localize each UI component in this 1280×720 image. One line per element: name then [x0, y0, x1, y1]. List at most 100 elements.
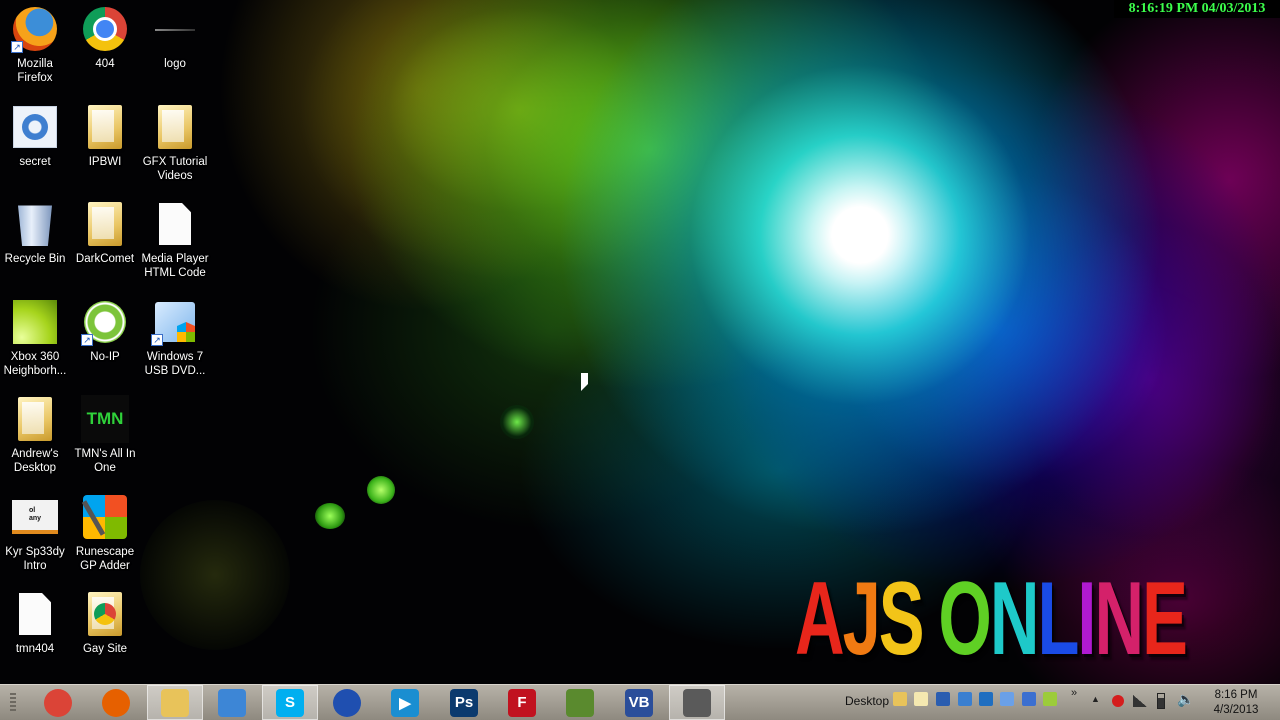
- minecraft-icon: [566, 688, 594, 717]
- chrome-icon: [44, 688, 72, 717]
- lens-flare-dot: [500, 405, 534, 439]
- tray-network-icon[interactable]: [958, 692, 972, 706]
- brand-letter: I: [1077, 561, 1096, 677]
- desktop-icon[interactable]: Andrew's Desktop: [0, 395, 70, 475]
- file-explorer-icon: [161, 688, 189, 717]
- desktop-icon-label: GFX Tutorial Videos: [142, 156, 208, 182]
- video-thumbnail-icon: ol any: [11, 493, 59, 541]
- xbox-icon: [11, 298, 59, 346]
- brand-letter: L: [1037, 561, 1079, 677]
- tray-blocked-icon[interactable]: [1112, 695, 1124, 707]
- folder-icon: [151, 103, 199, 151]
- recycle-bin-icon: [11, 200, 59, 248]
- desktop-icon-label: Windows 7 USB DVD...: [144, 351, 206, 377]
- firefox-icon: ↗: [11, 5, 59, 53]
- skype-icon: S: [276, 688, 304, 717]
- system-clock[interactable]: 8:16 PM 4/3/2013: [1200, 688, 1272, 718]
- network-signal-icon[interactable]: [1133, 695, 1147, 707]
- taskbar-app-button[interactable]: [147, 685, 203, 720]
- document-icon: [11, 590, 59, 638]
- taskbar-app-button[interactable]: [88, 685, 144, 720]
- desktop-icon[interactable]: Runescape GP Adder: [70, 493, 140, 573]
- taskbar-app-button[interactable]: F: [494, 685, 550, 720]
- browser-globe-icon: [333, 688, 361, 717]
- folder-search-icon: [218, 688, 246, 717]
- mouse-cursor-icon: [581, 373, 588, 391]
- tmn-logo-text: TMN: [81, 395, 129, 443]
- taskbar-app-button[interactable]: Ps: [436, 685, 492, 720]
- desktop-icon-label: secret: [19, 156, 51, 168]
- desktop-icon-label: Xbox 360 Neighborh...: [3, 351, 67, 377]
- vb-editor-icon: VB: [625, 688, 653, 717]
- desktop-icon[interactable]: IPBWI: [70, 103, 140, 169]
- windows-usb-icon: ↗: [151, 298, 199, 346]
- brand-letter: N: [989, 561, 1040, 677]
- tray-remote-icon[interactable]: [979, 692, 993, 706]
- show-hidden-icons-arrow-icon[interactable]: ▲: [1091, 694, 1100, 704]
- tray-display-icon[interactable]: [1022, 692, 1036, 706]
- tray-app-icon[interactable]: [1043, 692, 1057, 706]
- taskbar-app-button[interactable]: ▶: [377, 685, 433, 720]
- desktop-icon-label: IPBWI: [88, 156, 122, 168]
- desktop-icon[interactable]: ol any Kyr Sp33dy Intro: [0, 493, 70, 573]
- tray-document-icon[interactable]: [914, 692, 928, 706]
- noip-icon: ↗: [81, 298, 129, 346]
- desktop-icon-label: DarkComet: [75, 253, 135, 265]
- desktop-icon[interactable]: Recycle Bin: [0, 200, 70, 266]
- volume-speaker-icon[interactable]: 🔈: [1177, 691, 1194, 708]
- desktop-icon[interactable]: GFX Tutorial Videos: [140, 103, 210, 183]
- taskbar-app-button[interactable]: [669, 685, 725, 720]
- photoshop-icon: Ps: [450, 688, 478, 717]
- desktop-icon[interactable]: Media Player HTML Code: [140, 200, 210, 280]
- chrome-icon: [81, 5, 129, 53]
- shortcut-arrow-icon: ↗: [81, 334, 93, 346]
- desktop-wallpaper[interactable]: ↗ Mozilla Firefox 404 logo secret IPBWI GFX Tu…: [0, 0, 1280, 684]
- desktop-icon[interactable]: ↗ Windows 7 USB DVD...: [140, 298, 210, 378]
- desktop-toolbar-label[interactable]: Desktop: [845, 694, 889, 708]
- desktop-icon[interactable]: DarkComet: [70, 200, 140, 266]
- settings-gear-icon: [11, 103, 59, 151]
- filezilla-icon: F: [508, 688, 536, 717]
- document-icon: [151, 200, 199, 248]
- taskbar: S ▶ Ps F VB Desktop » ▲ 🔈 8:16 PM 4/3/2013: [0, 684, 1280, 720]
- media-player-icon: ▶: [391, 688, 419, 717]
- folder-icon: [11, 395, 59, 443]
- brand-letter: O: [938, 561, 991, 677]
- desktop-icon-label: No-IP: [90, 351, 120, 363]
- tray-recycle-icon[interactable]: [1000, 692, 1014, 706]
- overlay-clock: 8:16:19 PM 04/03/2013: [1114, 0, 1280, 18]
- folder-icon: [81, 103, 129, 151]
- desktop-icon-label: Recycle Bin: [4, 253, 66, 265]
- desktop-icon[interactable]: TMN TMN's All In One: [70, 395, 140, 475]
- battery-icon[interactable]: [1157, 693, 1165, 709]
- taskbar-app-button[interactable]: [319, 685, 375, 720]
- shortcut-arrow-icon: ↗: [11, 41, 23, 53]
- tray-monitor-icon[interactable]: [936, 692, 950, 706]
- logo-thumbnail-icon: [151, 5, 199, 53]
- taskbar-app-button[interactable]: [204, 685, 260, 720]
- desktop-icon[interactable]: Gay Site: [70, 590, 140, 656]
- clock-date: 4/3/2013: [1213, 704, 1259, 716]
- brand-letter: N: [1094, 561, 1144, 677]
- firefox-icon: [102, 688, 130, 717]
- desktop-icon[interactable]: 404: [70, 5, 140, 71]
- taskbar-grip[interactable]: [10, 693, 16, 713]
- ajs-online-watermark: AJS ONLINE: [795, 561, 1188, 677]
- desktop-icon[interactable]: ↗ Mozilla Firefox: [0, 5, 70, 85]
- taskbar-app-button[interactable]: S: [262, 685, 318, 720]
- desktop-icon[interactable]: tmn404: [0, 590, 70, 656]
- brand-letter: J: [842, 561, 881, 677]
- desktop-icon[interactable]: logo: [140, 5, 210, 71]
- desktop-icon[interactable]: Xbox 360 Neighborh...: [0, 298, 70, 378]
- tmn-icon: TMN: [81, 395, 129, 443]
- taskbar-app-button[interactable]: [552, 685, 608, 720]
- tray-folder-icon[interactable]: [893, 692, 907, 706]
- desktop-icon-label: Media Player HTML Code: [141, 253, 209, 279]
- taskbar-app-button[interactable]: [30, 685, 86, 720]
- desktop-icon[interactable]: ↗ No-IP: [70, 298, 140, 364]
- kyr-thumbnail-text: ol any: [12, 500, 58, 534]
- runescape-tool-icon: [81, 493, 129, 541]
- taskbar-app-button[interactable]: VB: [611, 685, 667, 720]
- toolbar-overflow-chevron-icon[interactable]: »: [1071, 687, 1077, 699]
- desktop-icon[interactable]: secret: [0, 103, 70, 169]
